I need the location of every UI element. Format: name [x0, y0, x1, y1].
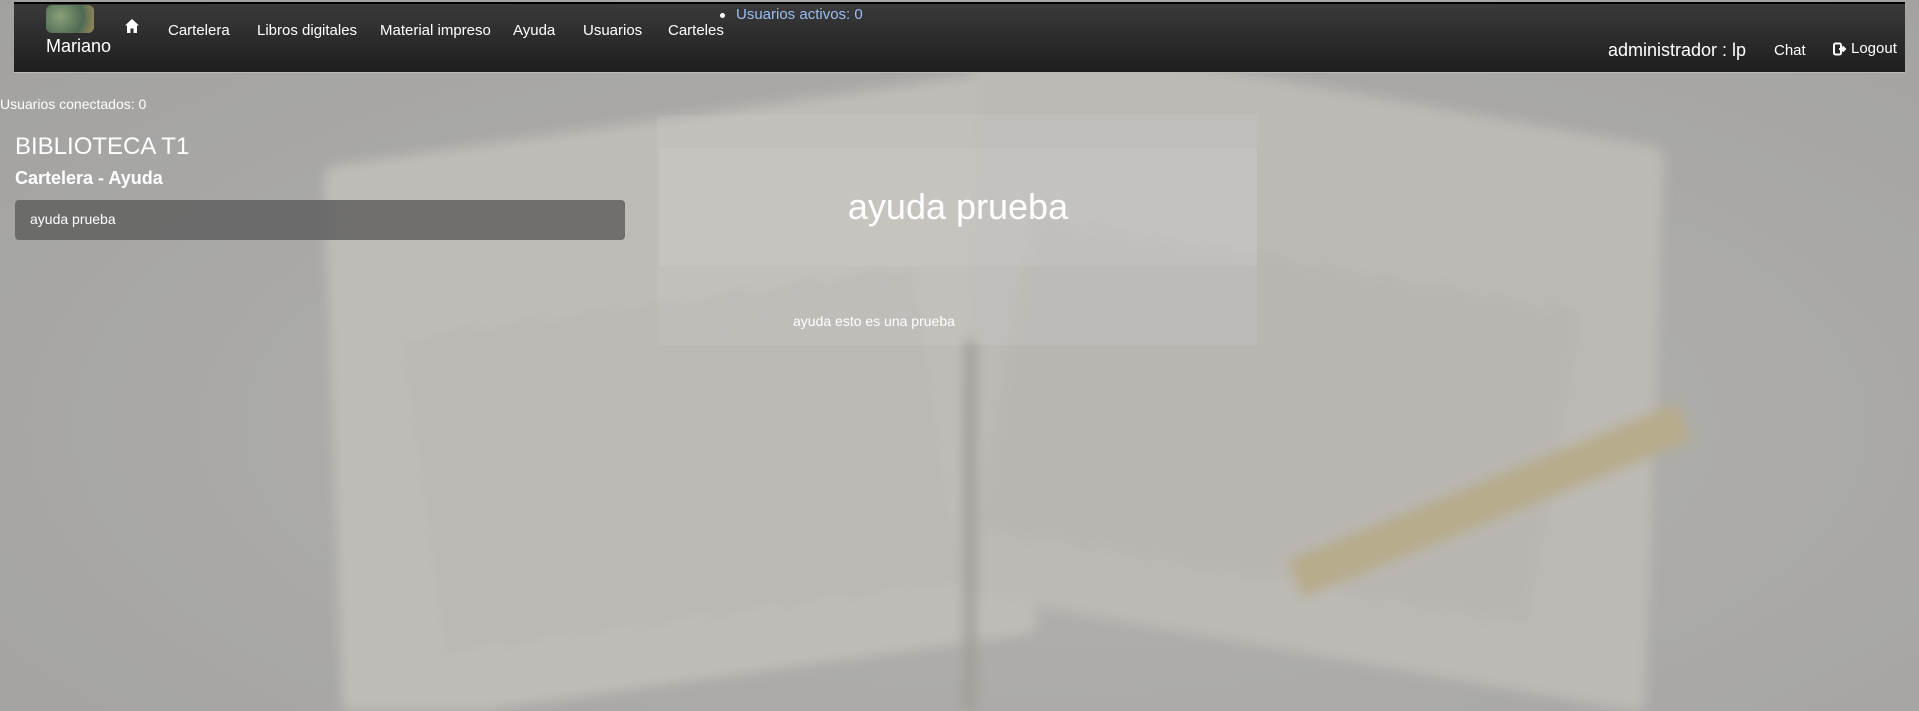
current-user: administrador : lp [1608, 40, 1747, 60]
home-icon[interactable] [124, 18, 140, 34]
active-users-indicator: Usuarios activos: 0 [720, 6, 863, 23]
article-title: ayuda prueba [659, 148, 1257, 266]
logout-icon [1833, 42, 1847, 55]
nav-item-carteles[interactable]: Carteles [668, 22, 724, 39]
nav-item-material-impreso[interactable]: Material impreso [380, 22, 491, 39]
connected-users-text: Usuarios conectados: 0 [0, 96, 147, 112]
nav-item-cartelera[interactable]: Cartelera [168, 22, 230, 39]
site-title: BIBLIOTECA T1 [15, 133, 190, 160]
article-title-text: ayuda prueba [847, 186, 1069, 227]
section-title: Cartelera - Ayuda [15, 168, 163, 188]
nav-item-usuarios[interactable]: Usuarios [583, 22, 642, 39]
nav-item-libros-digitales[interactable]: Libros digitales [257, 22, 357, 39]
brand-name: Mariano [46, 36, 112, 56]
nav-item-ayuda[interactable]: Ayuda [513, 22, 555, 39]
list-item-label: ayuda prueba [30, 211, 116, 227]
logout-link[interactable]: Logout [1833, 40, 1897, 57]
background-tint [0, 0, 1919, 711]
top-navbar: Mariano Cartelera Libros digitales Mater… [14, 2, 1905, 73]
article-body: ayuda esto es una prueba [793, 313, 955, 329]
logout-label: Logout [1851, 40, 1897, 57]
chat-link[interactable]: Chat [1774, 42, 1806, 59]
logo-icon [46, 5, 94, 33]
list-item-ayuda-prueba[interactable]: ayuda prueba [15, 200, 625, 240]
